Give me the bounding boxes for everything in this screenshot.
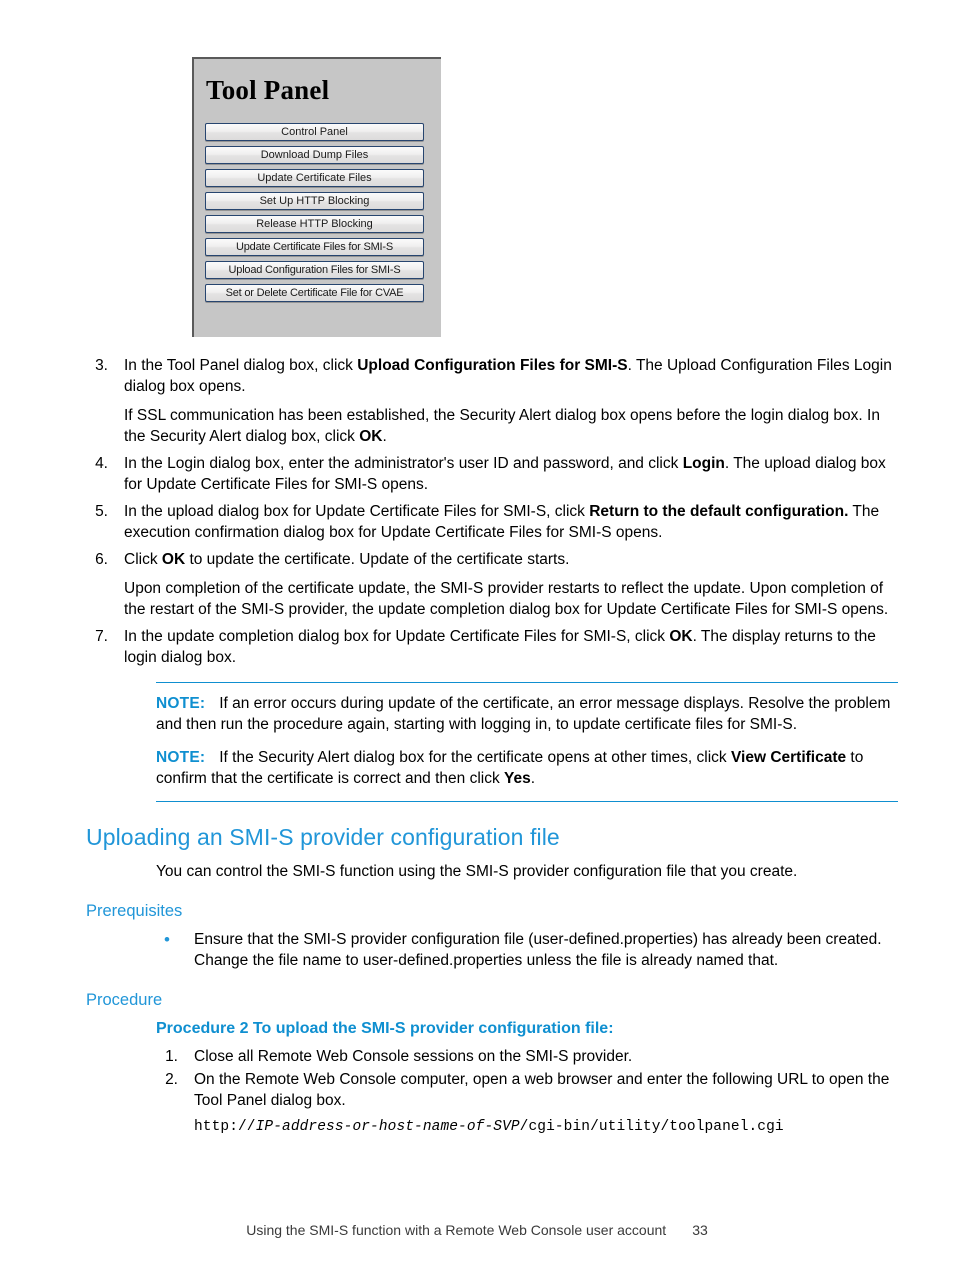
download-dump-files-button[interactable]: Download Dump Files [205, 146, 424, 164]
step-paragraph: If SSL communication has been establishe… [124, 407, 880, 445]
note-separator-bottom [156, 801, 898, 802]
procedure-step-body: On the Remote Web Console computer, open… [194, 1071, 890, 1109]
control-panel-button[interactable]: Control Panel [205, 123, 424, 141]
page-content: 3. In the Tool Panel dialog box, click Up… [86, 355, 898, 1135]
release-http-blocking-button[interactable]: Release HTTP Blocking [205, 215, 424, 233]
page-footer: Using the SMI-S function with a Remote W… [0, 1222, 954, 1238]
step-number: 4. [95, 455, 108, 472]
note-block: NOTE: If an error occurs during update of… [156, 695, 891, 733]
update-certificate-files-for-smi-s-button[interactable]: Update Certificate Files for SMI-S [205, 238, 424, 256]
step-body: In the update completion dialog box for … [124, 626, 898, 668]
note-block: NOTE: If the Security Alert dialog box fo… [156, 749, 864, 787]
step-number: 7. [95, 628, 108, 645]
step-paragraph: In the Login dialog box, enter the admin… [124, 455, 886, 493]
note-separator-top [156, 682, 898, 683]
tool-panel-button-stack: Control Panel Download Dump Files Update… [194, 123, 441, 302]
url-italic-placeholder: IP-address-or-host-name-of-SVP [255, 1119, 520, 1135]
step-body: Click OK to update the certificate. Upda… [124, 549, 898, 620]
step-number: 5. [95, 503, 108, 520]
tool-panel-title: Tool Panel [206, 75, 330, 105]
prerequisites-list: • Ensure that the SMI-S provider configur… [86, 929, 898, 971]
step-number: 6. [95, 551, 108, 568]
procedure-heading: Procedure [86, 991, 163, 1009]
numbered-step: 6. Click OK to update the certificate. Up… [86, 549, 898, 620]
update-certificate-files-button[interactable]: Update Certificate Files [205, 169, 424, 187]
step-body: In the upload dialog box for Update Cert… [124, 501, 898, 543]
procedure-step: 1. Close all Remote Web Console sessions … [156, 1046, 898, 1067]
tool-panel-screenshot-figure: Tool Panel Control Panel Download Dump F… [192, 57, 441, 337]
procedure-step-number: 2. [165, 1071, 178, 1088]
page-number: 33 [692, 1222, 708, 1238]
set-or-delete-certificate-file-for-cvae-button[interactable]: Set or Delete Certificate File for CVAE [205, 284, 424, 302]
numbered-step: 4. In the Login dialog box, enter the adm… [86, 453, 898, 495]
procedure-step-body: Close all Remote Web Console sessions on… [194, 1048, 633, 1065]
step-paragraph: Upon completion of the certificate updat… [124, 580, 889, 618]
url-prefix: http:// [194, 1119, 256, 1135]
step-paragraph: In the Tool Panel dialog box, click Uplo… [124, 357, 892, 395]
url-suffix: /cgi-bin/utility/toolpanel.cgi [519, 1119, 784, 1135]
prerequisite-item: • Ensure that the SMI-S provider configur… [156, 929, 898, 971]
set-up-http-blocking-button[interactable]: Set Up HTTP Blocking [205, 192, 424, 210]
upload-configuration-files-for-smi-s-button[interactable]: Upload Configuration Files for SMI-S [205, 261, 424, 279]
section-intro-paragraph: You can control the SMI-S function using… [156, 863, 798, 880]
procedure-steps-list: 1. Close all Remote Web Console sessions … [86, 1046, 898, 1111]
note-label: NOTE: [156, 749, 206, 766]
note-label: NOTE: [156, 695, 206, 712]
procedure-step-number: 1. [165, 1048, 178, 1065]
numbered-step: 7. In the update completion dialog box fo… [86, 626, 898, 668]
step-paragraph: Click OK to update the certificate. Upda… [124, 551, 570, 568]
bullet-icon: • [164, 930, 170, 949]
toolpanel-url-code: http://IP-address-or-host-name-of-SVP/cg… [194, 1119, 898, 1135]
numbered-step: 3. In the Tool Panel dialog box, click Up… [86, 355, 898, 447]
prerequisites-heading: Prerequisites [86, 902, 183, 920]
notes-container: NOTE: If an error occurs during update of… [86, 693, 898, 789]
step-paragraph: In the update completion dialog box for … [124, 628, 876, 666]
numbered-steps-list: 3. In the Tool Panel dialog box, click Up… [86, 355, 898, 668]
step-body: In the Tool Panel dialog box, click Uplo… [124, 355, 898, 447]
numbered-step: 5. In the upload dialog box for Update Ce… [86, 501, 898, 543]
step-paragraph: In the upload dialog box for Update Cert… [124, 503, 880, 541]
procedure-step: 2. On the Remote Web Console computer, op… [156, 1069, 898, 1111]
section-heading: Uploading an SMI-S provider configuratio… [86, 824, 560, 850]
footer-text: Using the SMI-S function with a Remote W… [246, 1222, 667, 1238]
step-body: In the Login dialog box, enter the admin… [124, 453, 898, 495]
procedure-title: Procedure 2 To upload the SMI-S provider… [156, 1020, 614, 1037]
prerequisite-text: Ensure that the SMI-S provider configura… [194, 931, 882, 969]
step-number: 3. [95, 357, 108, 374]
